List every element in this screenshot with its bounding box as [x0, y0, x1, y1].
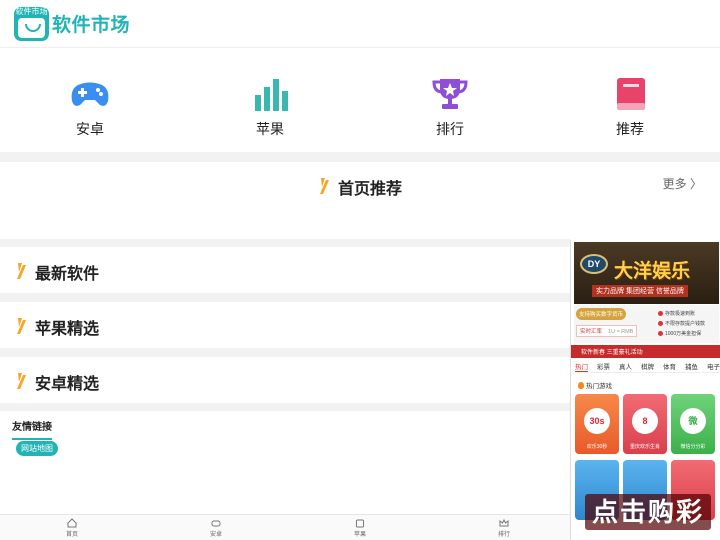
ad-feature: 不限存款提户钱款	[658, 319, 705, 329]
game-badge: 8	[632, 408, 658, 434]
nav-item-recommend[interactable]: 推荐	[590, 77, 670, 139]
section-slash-icon	[17, 318, 26, 334]
section-apple-picks[interactable]: 苹果精选	[0, 302, 570, 348]
ad-panel[interactable]: DY 大洋娱乐 实力品牌 集团经营 信誉品牌 支持购买数字货币 实时汇率 1U ≈…	[570, 240, 720, 540]
bottom-nav: 首页 安卓 苹果 排行	[0, 514, 570, 540]
game-name: 重庆欢乐生肖	[629, 444, 660, 450]
ad-crypto-pill[interactable]: 支持购买数字货币	[576, 308, 627, 320]
app-logo[interactable]: 软件市场	[14, 7, 49, 41]
game-tile[interactable]: 微 微信分分彩	[671, 394, 715, 454]
category-nav: 安卓 苹果 排行 推荐	[0, 49, 720, 152]
ad-feature: 存款极速到账	[658, 309, 705, 319]
ad-rate-value: 1U ≈ RMB	[608, 329, 634, 335]
fire-icon	[578, 382, 584, 389]
ad-tab-lottery[interactable]: 彩票	[597, 361, 610, 371]
divider	[0, 403, 570, 411]
bottom-nav-android[interactable]: 安卓	[196, 518, 236, 538]
divider	[0, 152, 720, 162]
ad-banner[interactable]: DY 大洋娱乐 实力品牌 集团经营 信誉品牌	[574, 242, 719, 304]
ad-info: 支持购买数字货币 实时汇率 1U ≈ RMB 存款极速到账 不限存款提户钱款 10…	[574, 305, 719, 343]
bar-chart-icon	[255, 79, 288, 111]
ad-tab-hot[interactable]: 热门	[575, 361, 588, 372]
gamepad-icon	[211, 520, 221, 527]
game-name: 欢乐30秒	[586, 444, 608, 450]
bottom-nav-label: 排行	[497, 532, 510, 538]
ad-tab-electronic[interactable]: 电子	[707, 361, 720, 371]
ad-brand: 大洋娱乐	[614, 261, 691, 282]
dot-icon	[658, 331, 663, 336]
section-android-picks[interactable]: 安卓精选	[0, 357, 570, 403]
nav-label: 安卓	[76, 121, 104, 137]
ad-tab-sports[interactable]: 体育	[663, 361, 676, 371]
trophy-icon	[432, 79, 468, 109]
bottom-nav-apple[interactable]: 苹果	[340, 518, 380, 538]
section-title: 最新软件	[35, 266, 100, 283]
ad-rate-label: 实时汇率	[580, 329, 603, 335]
game-tile[interactable]: 30s 欢乐30秒	[575, 394, 619, 454]
top-header: 软件市场 软件市场	[0, 0, 720, 48]
nav-label: 苹果	[256, 121, 284, 137]
home-icon	[67, 518, 77, 528]
section-title: 安卓精选	[35, 376, 100, 393]
nav-item-apple[interactable]: 苹果	[230, 77, 310, 139]
nav-item-android[interactable]: 安卓	[50, 77, 130, 139]
gamepad-icon	[71, 82, 109, 106]
ad-promo-bar[interactable]: 软件新春 三重豪礼活动	[571, 345, 720, 358]
ad-promo-text: 软件新春 三重豪礼活动	[581, 350, 643, 356]
section-slash-icon	[17, 373, 26, 389]
section-title: 苹果精选	[35, 321, 100, 338]
crown-icon	[499, 518, 509, 527]
ad-tab-chess[interactable]: 棋牌	[641, 361, 654, 371]
bottom-nav-home[interactable]: 首页	[52, 518, 92, 538]
nav-label: 推荐	[616, 121, 644, 137]
nav-label: 排行	[436, 121, 464, 137]
ad-logo: DY	[580, 254, 608, 274]
book-icon	[617, 78, 645, 110]
divider	[0, 348, 570, 357]
dot-icon	[658, 311, 663, 316]
game-badge: 微	[680, 408, 706, 434]
ad-tab-live[interactable]: 真人	[619, 361, 632, 371]
game-badge: 30s	[584, 408, 610, 434]
section-slash-icon	[320, 178, 329, 194]
game-tile[interactable]: 8 重庆欢乐生肖	[623, 394, 667, 454]
divider	[0, 239, 570, 247]
featured-title: 首页推荐	[338, 181, 403, 198]
bag-icon	[356, 519, 364, 528]
sitemap-link[interactable]: 网站地图	[16, 441, 58, 456]
site-title[interactable]: 软件市场	[52, 10, 130, 37]
buy-lottery-button[interactable]: 点击购彩	[585, 494, 711, 530]
logo-text: 软件市场	[15, 7, 48, 16]
section-slash-icon	[17, 263, 26, 279]
bottom-nav-ranking[interactable]: 排行	[484, 518, 524, 538]
featured-section: 首页推荐 更多 〉	[0, 162, 720, 239]
friend-links-title: 友情链接	[12, 418, 52, 440]
ad-rate: 实时汇率 1U ≈ RMB	[576, 325, 638, 337]
dot-icon	[658, 321, 663, 326]
section-latest-software[interactable]: 最新软件	[0, 247, 570, 293]
more-link[interactable]: 更多 〉	[663, 175, 702, 192]
divider	[0, 293, 570, 302]
ad-features: 存款极速到账 不限存款提户钱款 1000万美金担保	[658, 309, 705, 339]
bottom-nav-label: 苹果	[353, 532, 366, 538]
ad-hot-games-label: 热门游戏	[578, 380, 612, 390]
ad-slogan: 实力品牌 集团经营 信誉品牌	[592, 285, 688, 297]
logo-bag-icon	[18, 18, 45, 38]
ad-feature: 1000万美金担保	[658, 329, 705, 339]
nav-item-ranking[interactable]: 排行	[410, 77, 490, 139]
bottom-nav-label: 首页	[65, 532, 78, 538]
ad-tabs: 热门 彩票 真人 棋牌 体育 捕鱼 电子	[575, 361, 720, 373]
bottom-nav-label: 安卓	[209, 532, 222, 538]
game-name: 微信分分彩	[680, 444, 706, 450]
ad-tab-fishing[interactable]: 捕鱼	[685, 361, 698, 371]
